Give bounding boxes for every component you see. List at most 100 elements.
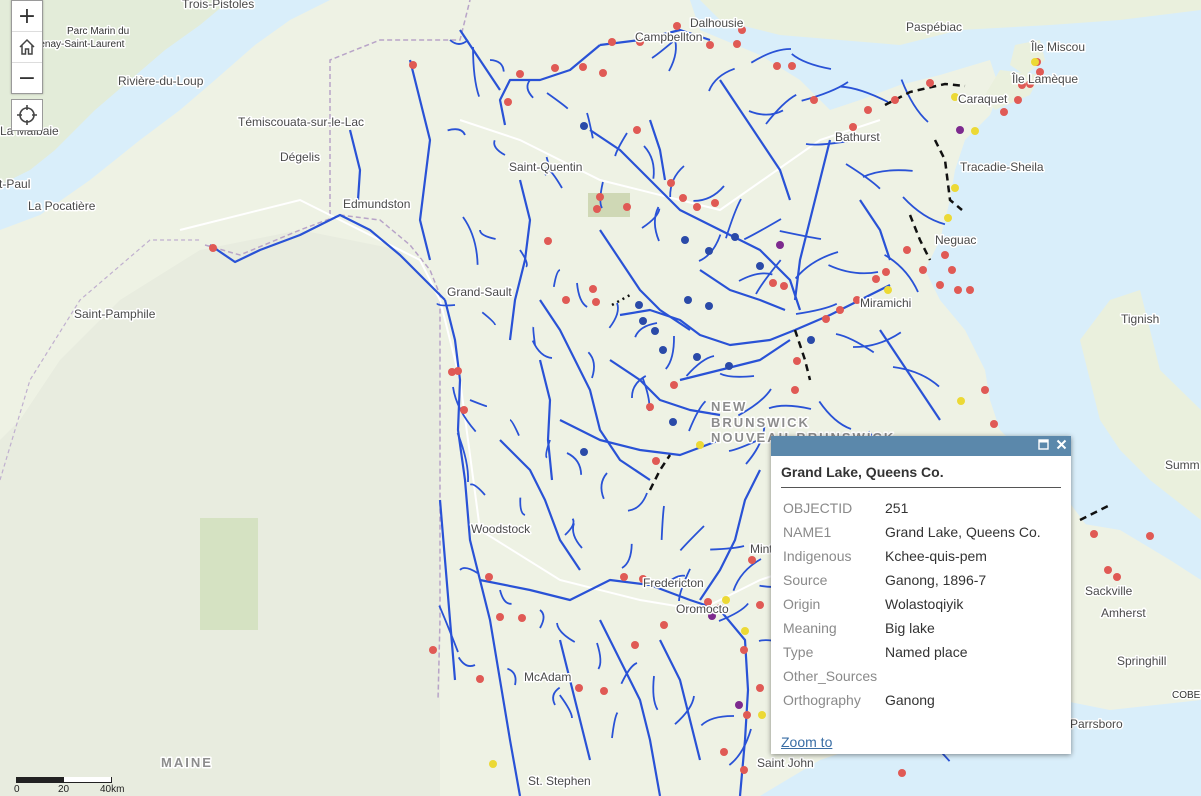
place-point[interactable] bbox=[659, 346, 667, 354]
place-point[interactable] bbox=[936, 281, 944, 289]
place-point[interactable] bbox=[956, 126, 964, 134]
place-point[interactable] bbox=[496, 613, 504, 621]
place-point[interactable] bbox=[429, 646, 437, 654]
place-point[interactable] bbox=[810, 96, 818, 104]
place-point[interactable] bbox=[735, 701, 743, 709]
place-point[interactable] bbox=[758, 711, 766, 719]
place-point[interactable] bbox=[651, 327, 659, 335]
zoom-in-button[interactable]: + bbox=[12, 1, 42, 32]
place-point[interactable] bbox=[822, 315, 830, 323]
place-point[interactable] bbox=[1146, 532, 1154, 540]
place-point[interactable] bbox=[670, 381, 678, 389]
place-point[interactable] bbox=[580, 448, 588, 456]
place-point[interactable] bbox=[733, 40, 741, 48]
place-point[interactable] bbox=[562, 296, 570, 304]
place-point[interactable] bbox=[706, 41, 714, 49]
place-point[interactable] bbox=[631, 641, 639, 649]
place-point[interactable] bbox=[743, 711, 751, 719]
place-point[interactable] bbox=[776, 241, 784, 249]
place-point[interactable] bbox=[593, 205, 601, 213]
place-point[interactable] bbox=[898, 769, 906, 777]
place-point[interactable] bbox=[780, 282, 788, 290]
place-point[interactable] bbox=[1031, 58, 1039, 66]
place-point[interactable] bbox=[516, 70, 524, 78]
place-point[interactable] bbox=[793, 357, 801, 365]
place-point[interactable] bbox=[725, 362, 733, 370]
place-point[interactable] bbox=[1113, 573, 1121, 581]
place-point[interactable] bbox=[409, 61, 417, 69]
place-point[interactable] bbox=[954, 286, 962, 294]
place-point[interactable] bbox=[504, 98, 512, 106]
place-point[interactable] bbox=[460, 406, 468, 414]
place-point[interactable] bbox=[476, 675, 484, 683]
place-point[interactable] bbox=[1014, 96, 1022, 104]
place-point[interactable] bbox=[731, 233, 739, 241]
place-point[interactable] bbox=[623, 203, 631, 211]
place-point[interactable] bbox=[926, 79, 934, 87]
place-point[interactable] bbox=[705, 247, 713, 255]
place-point[interactable] bbox=[696, 441, 704, 449]
place-point[interactable] bbox=[872, 275, 880, 283]
place-point[interactable] bbox=[740, 766, 748, 774]
place-point[interactable] bbox=[990, 420, 998, 428]
place-point[interactable] bbox=[209, 244, 217, 252]
place-point[interactable] bbox=[884, 286, 892, 294]
place-point[interactable] bbox=[1000, 108, 1008, 116]
place-point[interactable] bbox=[864, 106, 872, 114]
place-point[interactable] bbox=[756, 601, 764, 609]
place-point[interactable] bbox=[807, 336, 815, 344]
home-button[interactable] bbox=[12, 32, 42, 63]
place-point[interactable] bbox=[693, 203, 701, 211]
place-point[interactable] bbox=[773, 62, 781, 70]
place-point[interactable] bbox=[1090, 530, 1098, 538]
place-point[interactable] bbox=[669, 418, 677, 426]
place-point[interactable] bbox=[720, 748, 728, 756]
close-button[interactable] bbox=[1053, 438, 1069, 454]
place-point[interactable] bbox=[882, 268, 890, 276]
place-point[interactable] bbox=[919, 266, 927, 274]
place-point[interactable] bbox=[705, 302, 713, 310]
place-point[interactable] bbox=[756, 684, 764, 692]
zoom-out-button[interactable]: − bbox=[12, 63, 42, 93]
place-point[interactable] bbox=[592, 298, 600, 306]
place-point[interactable] bbox=[448, 368, 456, 376]
place-point[interactable] bbox=[951, 184, 959, 192]
place-point[interactable] bbox=[518, 614, 526, 622]
place-point[interactable] bbox=[596, 193, 604, 201]
place-point[interactable] bbox=[660, 621, 668, 629]
place-point[interactable] bbox=[599, 69, 607, 77]
place-point[interactable] bbox=[891, 96, 899, 104]
place-point[interactable] bbox=[791, 386, 799, 394]
place-point[interactable] bbox=[756, 262, 764, 270]
zoom-to-link[interactable]: Zoom to bbox=[781, 734, 832, 750]
place-point[interactable] bbox=[646, 403, 654, 411]
place-point[interactable] bbox=[741, 627, 749, 635]
place-point[interactable] bbox=[579, 63, 587, 71]
place-point[interactable] bbox=[551, 64, 559, 72]
place-point[interactable] bbox=[966, 286, 974, 294]
place-point[interactable] bbox=[903, 246, 911, 254]
place-point[interactable] bbox=[489, 760, 497, 768]
place-point[interactable] bbox=[633, 126, 641, 134]
place-point[interactable] bbox=[711, 199, 719, 207]
place-point[interactable] bbox=[981, 386, 989, 394]
place-point[interactable] bbox=[673, 22, 681, 30]
place-point[interactable] bbox=[575, 684, 583, 692]
place-point[interactable] bbox=[580, 122, 588, 130]
place-point[interactable] bbox=[948, 266, 956, 274]
place-point[interactable] bbox=[788, 62, 796, 70]
place-point[interactable] bbox=[667, 179, 675, 187]
place-point[interactable] bbox=[679, 194, 687, 202]
place-point[interactable] bbox=[769, 279, 777, 287]
place-point[interactable] bbox=[485, 573, 493, 581]
place-point[interactable] bbox=[971, 127, 979, 135]
place-point[interactable] bbox=[740, 646, 748, 654]
place-point[interactable] bbox=[944, 214, 952, 222]
place-point[interactable] bbox=[681, 236, 689, 244]
place-point[interactable] bbox=[652, 457, 660, 465]
place-point[interactable] bbox=[620, 573, 628, 581]
place-point[interactable] bbox=[748, 556, 756, 564]
place-point[interactable] bbox=[544, 237, 552, 245]
place-point[interactable] bbox=[693, 353, 701, 361]
place-point[interactable] bbox=[608, 38, 616, 46]
